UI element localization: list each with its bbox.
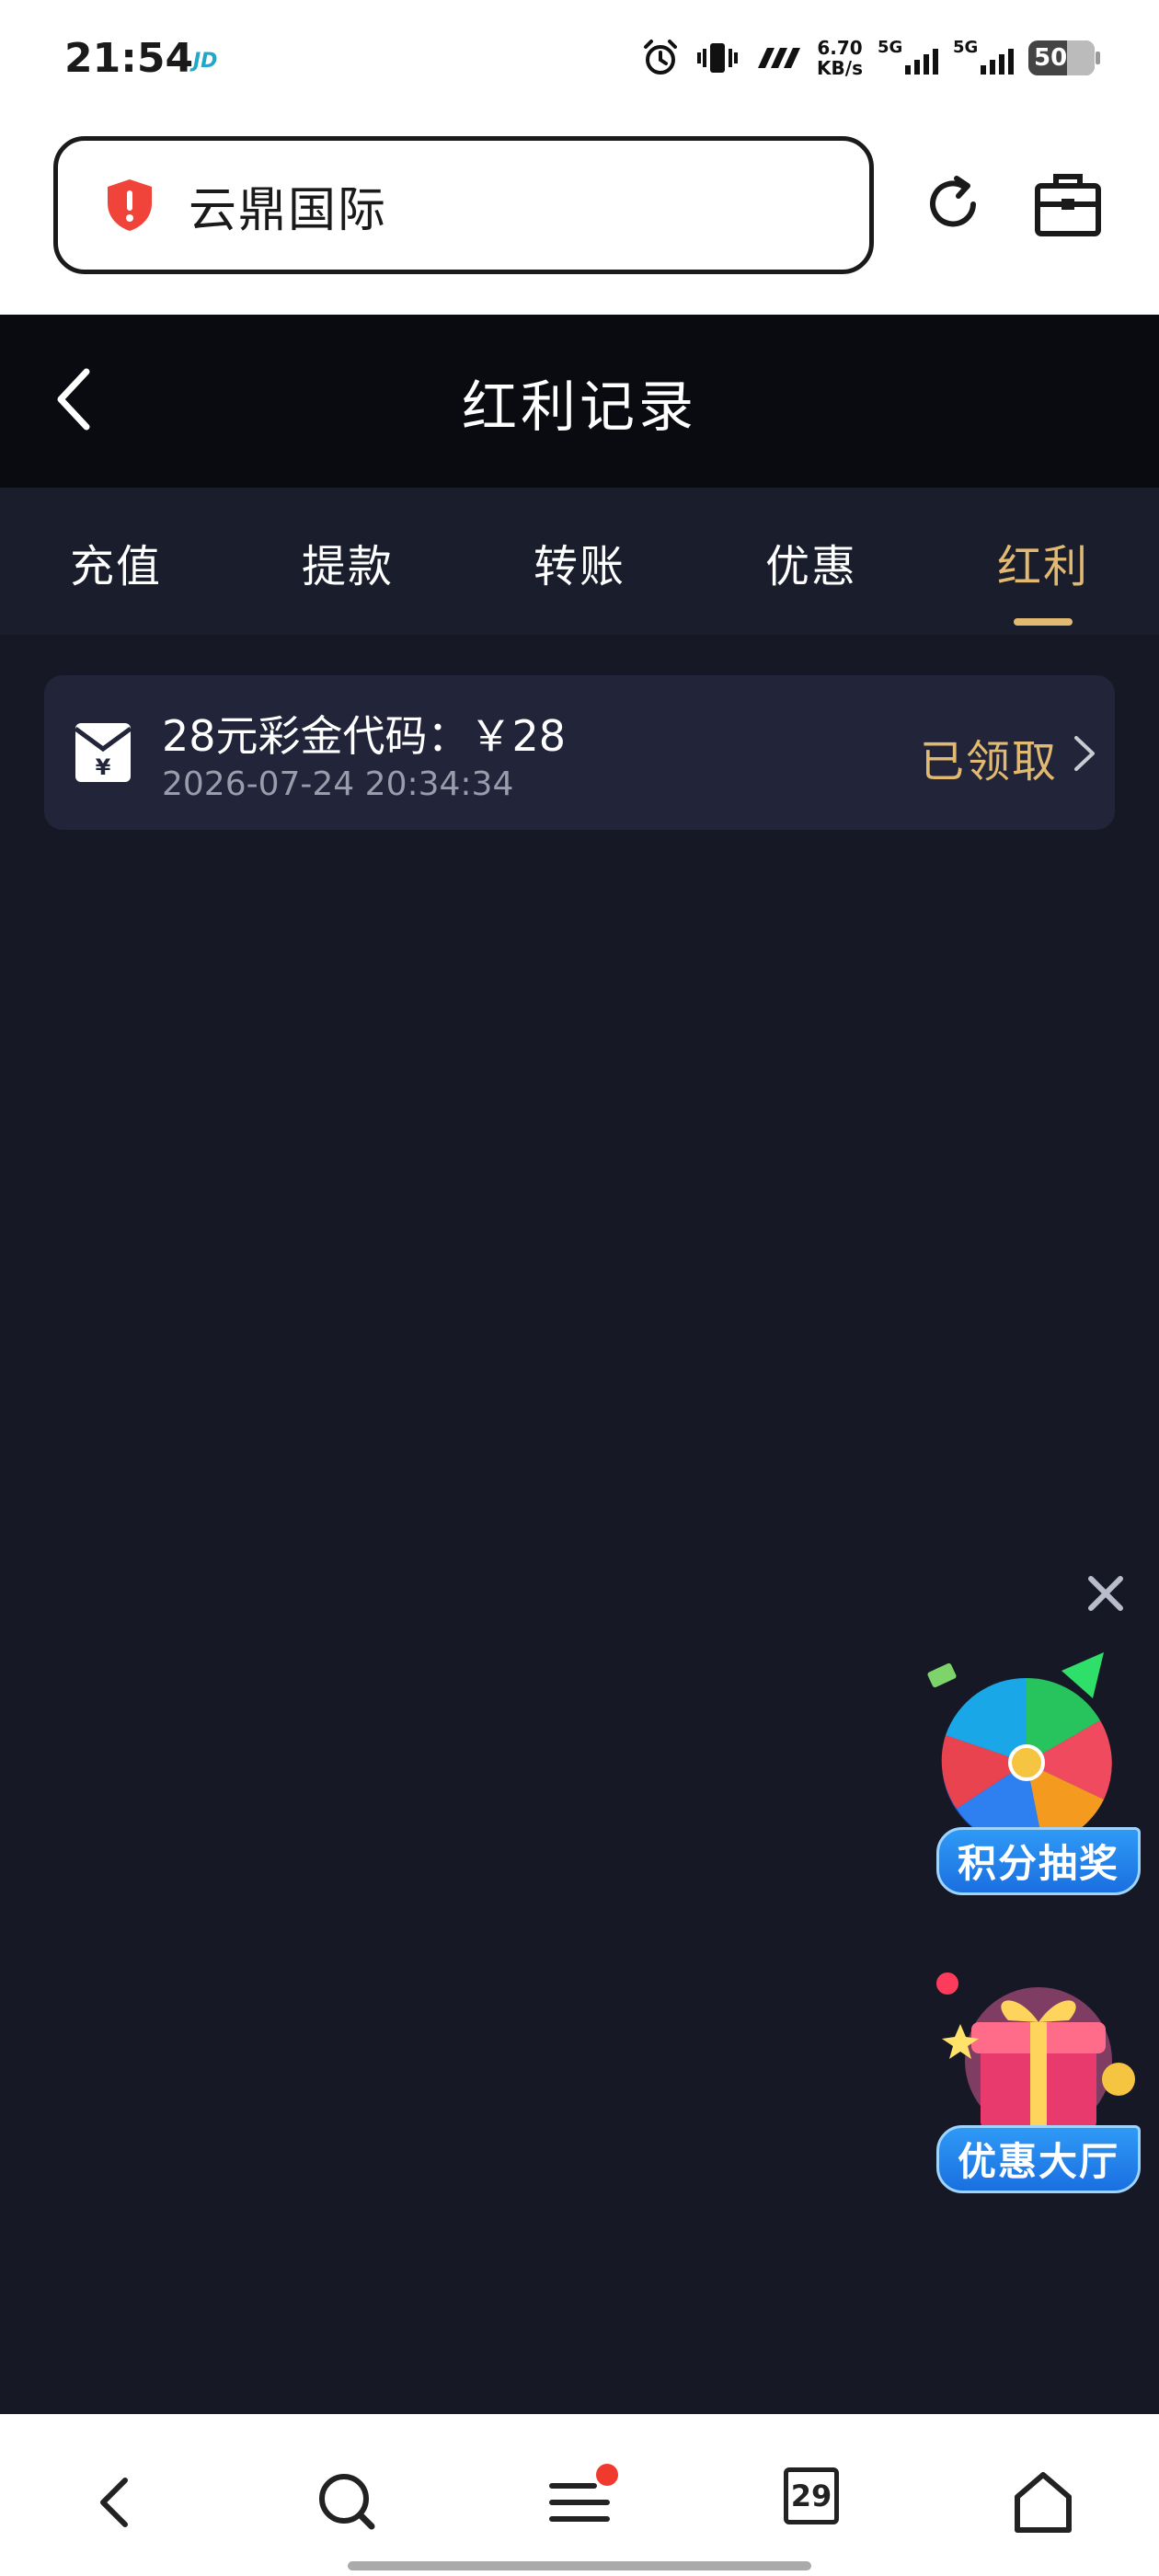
tab-bonus[interactable]: 红利 (970, 530, 1117, 594)
battery-icon: 50 (1028, 40, 1100, 75)
record-time: 2026-07-24 20:34:34 (162, 765, 514, 803)
vibrate-icon (697, 43, 739, 73)
tabs-icon[interactable]: 29 (784, 2467, 839, 2524)
toolbox-icon[interactable] (1032, 169, 1104, 239)
promo-hall-widget[interactable]: 优惠大厅 (924, 1941, 1153, 2193)
chevron-right-icon (1074, 736, 1095, 771)
shield-warning-icon[interactable] (104, 178, 155, 233)
red-envelope-icon: ¥ (74, 723, 132, 782)
tab-transfer[interactable]: 转账 (506, 530, 653, 594)
signal-sim1-icon: 5G (878, 38, 938, 75)
points-lottery-widget[interactable]: 积分抽奖 (924, 1634, 1153, 1895)
points-lottery-label[interactable]: 积分抽奖 (936, 1827, 1141, 1895)
signal-sim2-icon: 5G (953, 38, 1014, 75)
record-tabs: 充值 提款 转账 优惠 红利 (0, 488, 1159, 635)
back-icon[interactable] (81, 2466, 155, 2539)
address-bar[interactable]: 云鼎国际 (53, 136, 874, 274)
nfc-icon (758, 48, 801, 68)
bonus-record-row[interactable]: ¥ 28元彩金代码：￥28 2026-07-24 20:34:34 已领取 (44, 675, 1115, 830)
alarm-icon (644, 40, 678, 75)
browser-toolbar: 云鼎国际 (0, 129, 1159, 315)
tab-recharge[interactable]: 充值 (42, 530, 189, 594)
browser-bottom-nav: 29 (0, 2414, 1159, 2576)
network-speed: 6.70 KB/s (817, 37, 863, 79)
record-title: 28元彩金代码：￥28 (162, 711, 567, 761)
jd-app-icon: JD (193, 50, 218, 73)
home-indicator[interactable] (348, 2561, 811, 2570)
page-header: 红利记录 (0, 315, 1159, 488)
record-status: 已领取 (919, 736, 1058, 788)
status-bar: 21:54 JD 6.70 KB/s 5G 5G 50 (0, 0, 1159, 129)
home-icon[interactable] (1006, 2466, 1080, 2539)
promo-hall-label[interactable]: 优惠大厅 (936, 2125, 1141, 2193)
notification-dot (596, 2464, 618, 2486)
close-icon[interactable] (1082, 1570, 1130, 1617)
address-text[interactable]: 云鼎国际 (189, 171, 387, 240)
page-title: 红利记录 (462, 375, 697, 440)
search-icon[interactable] (311, 2466, 384, 2539)
active-tab-indicator (1014, 618, 1073, 626)
tab-promotion[interactable]: 优惠 (738, 530, 885, 594)
reload-icon[interactable] (916, 167, 990, 241)
prize-wheel-icon (927, 1652, 1112, 1846)
gift-box-icon (936, 1972, 1135, 2134)
svg-text:¥: ¥ (96, 754, 111, 780)
tab-withdraw[interactable]: 提款 (274, 530, 421, 594)
status-time: 21:54 (64, 35, 194, 82)
status-icons: 6.70 KB/s 5G 5G 50 (640, 33, 1100, 83)
